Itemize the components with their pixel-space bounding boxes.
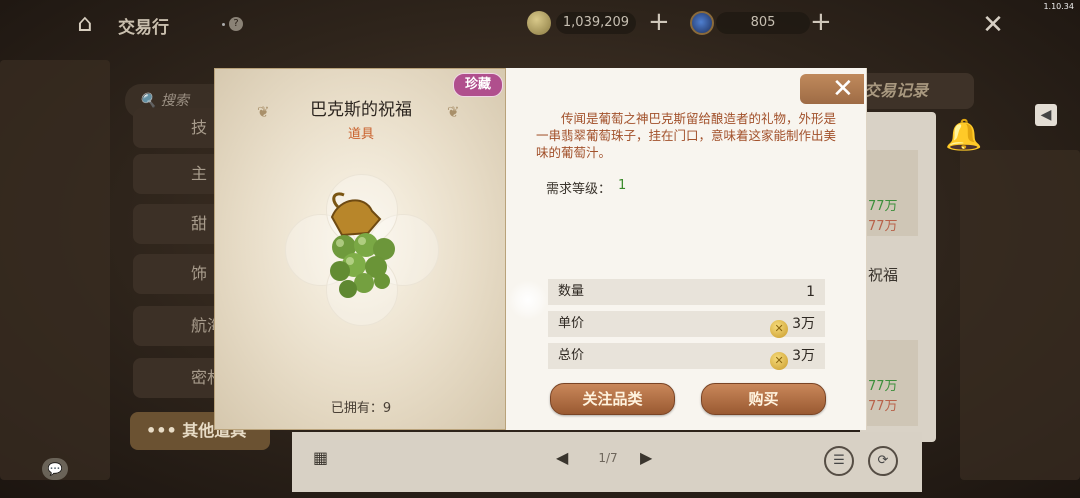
gold-coin-icon bbox=[527, 11, 551, 35]
chat-icon[interactable]: 💬 bbox=[42, 458, 68, 480]
listing-price: 77万 bbox=[868, 219, 898, 234]
divider-dot bbox=[222, 23, 225, 26]
sort-icon[interactable]: ☰ bbox=[824, 446, 854, 476]
total-price-label: 总价 bbox=[558, 348, 585, 363]
gem-amount: 805 bbox=[716, 12, 810, 34]
bell-icon: 🔔 bbox=[945, 118, 983, 153]
item-info-pane: 传闻是葡萄之神巴克斯留给酿造者的礼物，外形是一串翡翠葡萄珠子，挂在门口，意味着这… bbox=[506, 68, 867, 430]
listing-name: 祝福 bbox=[868, 266, 899, 284]
bg-shelf-right bbox=[960, 150, 1080, 480]
grapes-item-icon bbox=[330, 192, 395, 298]
glow-effect bbox=[508, 280, 548, 320]
home-icon[interactable]: ⌂ bbox=[70, 10, 100, 36]
rarity-badge: 珍藏 bbox=[453, 73, 503, 97]
prev-page-button[interactable]: ◀ bbox=[556, 448, 568, 467]
add-gem-button[interactable]: + bbox=[810, 8, 832, 36]
follow-category-button[interactable]: 关注品类 bbox=[550, 383, 675, 415]
top-bar: ⌂ 交易行 ? 1,039,209 + 805 + ✕ 1.10.34 bbox=[0, 0, 1080, 48]
help-icon[interactable]: ? bbox=[229, 17, 243, 31]
level-label: 需求等级： bbox=[546, 182, 612, 197]
item-type: 道具 bbox=[347, 127, 374, 142]
buy-button[interactable]: 购买 bbox=[701, 383, 826, 415]
close-icon[interactable]: ✕ bbox=[978, 10, 1008, 40]
add-gold-button[interactable]: + bbox=[648, 8, 670, 36]
refresh-icon[interactable]: ⟳ bbox=[868, 446, 898, 476]
level-value: 1 bbox=[618, 178, 627, 193]
owned-count: 已拥有：9 bbox=[330, 401, 392, 416]
unit-price-value: 3万 bbox=[792, 316, 815, 332]
listing-price: 77万 bbox=[868, 379, 898, 394]
item-preview-pane: 珍藏 ❦ ❦ 巴克斯的祝福 道具 已拥有：9 bbox=[214, 68, 506, 430]
quantity-value: 1 bbox=[806, 284, 815, 300]
item-description: 传闻是葡萄之神巴克斯留给酿造者的礼物，外形是一串翡翠葡萄珠子，挂在门口，意味着这… bbox=[536, 111, 837, 160]
gold-coin-icon: ✕ bbox=[770, 320, 789, 338]
search-placeholder: 搜索 bbox=[160, 93, 189, 109]
unit-price-row: 单价 ✕ 3万 bbox=[548, 311, 825, 338]
page-title: 交易行 bbox=[118, 18, 169, 38]
item-name: 巴克斯的祝福 bbox=[310, 100, 412, 120]
dialog-close-button[interactable]: ✕ bbox=[800, 74, 864, 104]
close-icon: ✕ bbox=[832, 74, 854, 104]
grid-icon[interactable]: ▦ bbox=[313, 450, 329, 466]
quantity-label: 数量 bbox=[558, 284, 585, 299]
version-label: 1.10.34 bbox=[1043, 2, 1074, 11]
page-number: 1/7 bbox=[598, 451, 618, 465]
listing-price: 77万 bbox=[868, 199, 898, 214]
total-price-value: 3万 bbox=[792, 348, 815, 364]
listing-price: 77万 bbox=[868, 399, 898, 414]
next-page-button[interactable]: ▶ bbox=[640, 448, 652, 467]
bg-shelf-left bbox=[0, 60, 110, 480]
unit-price-value-wrap: ✕ 3万 bbox=[770, 311, 815, 338]
collapse-arrow-icon[interactable]: ◀ bbox=[1035, 104, 1057, 126]
gold-amount: 1,039,209 bbox=[556, 12, 636, 34]
quantity-row[interactable]: 数量 1 bbox=[548, 279, 825, 305]
gem-icon bbox=[690, 11, 714, 35]
unit-price-label: 单价 bbox=[558, 316, 585, 331]
total-price-value-wrap: ✕ 3万 bbox=[770, 343, 815, 370]
item-detail-dialog: 珍藏 ❦ ❦ 巴克斯的祝福 道具 已拥有：9 传闻是葡萄之神巴克斯留给酿造者的礼… bbox=[214, 68, 867, 430]
tab-trade-record[interactable]: 交易记录 bbox=[856, 73, 974, 109]
gold-coin-icon: ✕ bbox=[770, 352, 789, 370]
total-price-row: 总价 ✕ 3万 bbox=[548, 343, 825, 370]
